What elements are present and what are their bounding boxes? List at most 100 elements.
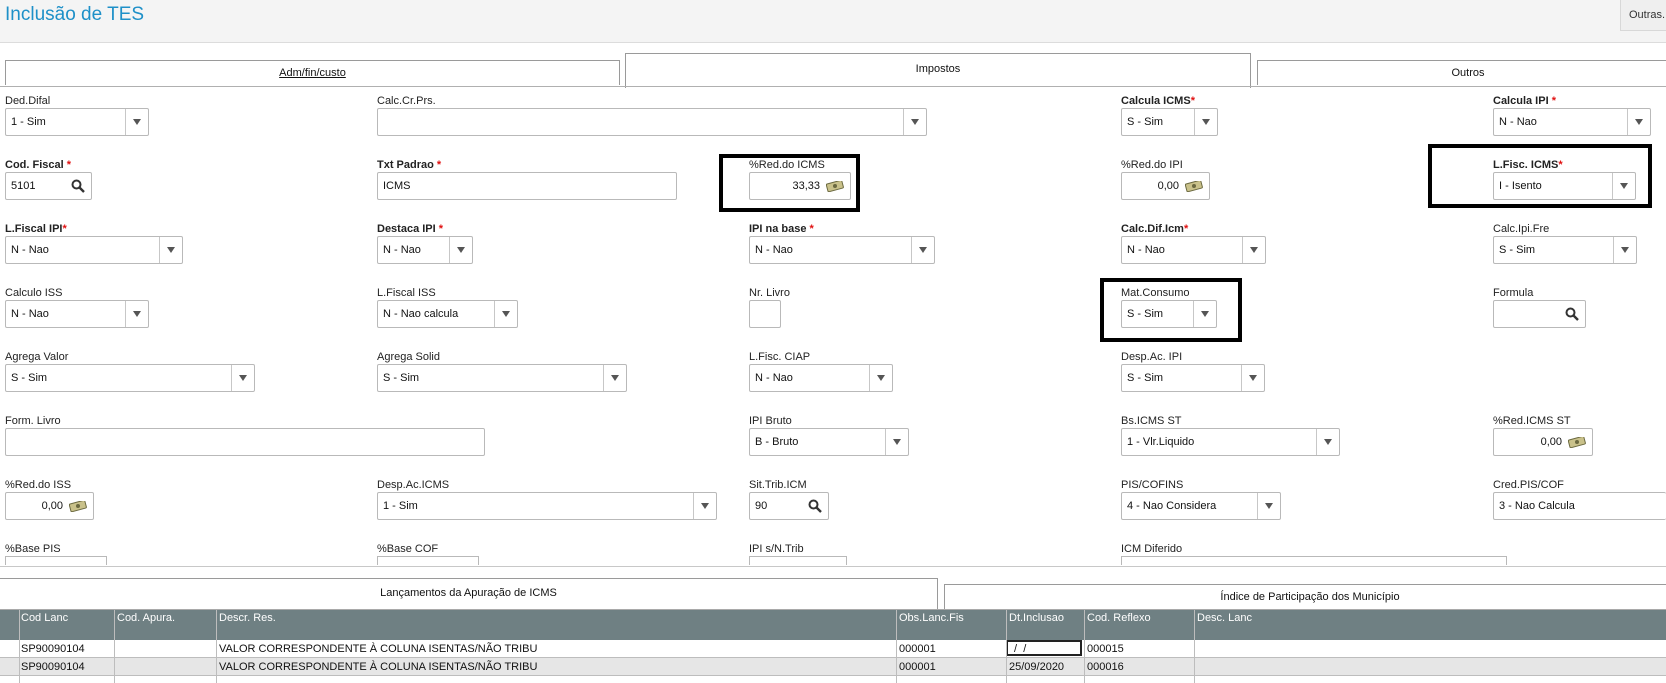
cell-dt-inclusao: 25/09/2020 [1009,661,1065,673]
ipi-sn-trib-label: IPI s/N.Trib [749,543,804,555]
calcula-ipi-select[interactable]: N - Nao [1493,108,1651,136]
chevron-down-icon[interactable] [1612,173,1635,199]
red-icms-st-input[interactable]: 0,00 [1493,428,1593,456]
desp-ac-icms-select[interactable]: 1 - Sim [377,492,717,520]
cred-pis-cof-select[interactable]: 3 - Nao Calcula [1493,492,1666,520]
col-cod-reflexo[interactable]: Cod. Reflexo [1087,612,1151,624]
chevron-down-icon[interactable] [449,237,472,263]
calc-ipi-fre-select[interactable]: S - Sim [1493,236,1637,264]
base-cof-input[interactable] [377,556,479,565]
ipi-na-base-label: IPI na base * [749,223,814,235]
tab-adm-fin-custo[interactable]: Adm/fin/custo [5,60,620,85]
ipi-bruto-value: B - Bruto [755,436,799,448]
mat-consumo-select[interactable]: S - Sim [1121,300,1217,328]
desp-ac-ipi-label: Desp.Ac. IPI [1121,351,1183,363]
ipi-bruto-select[interactable]: B - Bruto [749,428,909,456]
search-icon[interactable] [71,179,85,193]
agrega-valor-label: Agrega Valor [5,351,69,363]
tab-outros[interactable]: Outros [1257,60,1666,85]
txt-padrao-input[interactable]: ICMS [377,172,677,200]
pis-cofins-select[interactable]: 4 - Nao Considera [1121,492,1281,520]
destaca-ipi-select[interactable]: N - Nao [377,236,473,264]
chevron-down-icon[interactable] [869,365,892,391]
lfisc-ciap-select[interactable]: N - Nao [749,364,893,392]
base-pis-label: %Base PIS [5,543,61,555]
lfisc-icms-label: L.Fisc. ICMS* [1493,159,1563,171]
tab-indice-label: Índice de Participação dos Município [1220,591,1400,603]
desp-ac-ipi-select[interactable]: S - Sim [1121,364,1265,392]
chevron-down-icon[interactable] [1627,109,1650,135]
chevron-down-icon[interactable] [1242,237,1265,263]
ipi-sn-trib-select[interactable] [749,556,847,565]
money-icon[interactable] [69,501,87,512]
agrega-valor-select[interactable]: S - Sim [5,364,255,392]
col-cod-lanc[interactable]: Cod Lanc [21,612,68,624]
chevron-down-icon[interactable] [1613,237,1636,263]
chevron-down-icon[interactable] [903,109,926,135]
calculo-iss-select[interactable]: N - Nao [5,300,149,328]
chevron-down-icon[interactable] [159,237,182,263]
table-row[interactable]: SP90090104 VALOR CORRESPONDENTE À COLUNA… [0,658,1666,676]
bs-icms-st-select[interactable]: 1 - Vlr.Liquido [1121,428,1340,456]
chevron-down-icon[interactable] [693,493,716,519]
icm-diferido-select[interactable] [1121,556,1507,565]
money-icon[interactable] [1568,437,1586,448]
chevron-down-icon[interactable] [1257,493,1280,519]
calc-cr-prs-select[interactable] [377,108,927,136]
selected-cell[interactable] [1006,640,1082,656]
tab-impostos[interactable]: Impostos [625,53,1251,88]
chevron-down-icon[interactable] [1241,365,1264,391]
ipi-na-base-select[interactable]: N - Nao [749,236,935,264]
chevron-down-icon[interactable] [125,109,148,135]
agrega-solid-select[interactable]: S - Sim [377,364,627,392]
cod-fiscal-input[interactable]: 5101 [5,172,92,200]
formula-input[interactable] [1493,300,1586,328]
search-icon[interactable] [808,499,822,513]
calc-dif-icm-label-text: Calc.Dif.Icm [1121,223,1184,235]
col-desc-lanc[interactable]: Desc. Lanc [1197,612,1252,624]
col-cod-apura[interactable]: Cod. Apura. [117,612,175,624]
required-mark: * [62,223,67,235]
calcula-icms-select[interactable]: S - Sim [1121,108,1218,136]
column-divider [216,610,217,683]
calc-dif-icm-select[interactable]: N - Nao [1121,236,1266,264]
cod-fiscal-value: 5101 [11,180,36,192]
calc-cr-prs-label: Calc.Cr.Prs. [377,95,436,107]
table-row[interactable]: SP90090104 VALOR CORRESPONDENTE À COLUNA… [0,640,1666,658]
chevron-down-icon[interactable] [885,429,908,455]
lfiscal-iss-select[interactable]: N - Nao calcula [377,300,518,328]
col-descr-res[interactable]: Descr. Res. [219,612,276,624]
col-dt-inclusao[interactable]: Dt.Inclusao [1009,612,1064,624]
chevron-down-icon[interactable] [1316,429,1339,455]
red-iss-input[interactable]: 0,00 [5,492,94,520]
sit-trib-icm-input[interactable]: 90 [749,492,829,520]
ded-difal-select[interactable]: 1 - Sim [5,108,149,136]
lfisc-ciap-value: N - Nao [755,372,793,384]
base-pis-input[interactable] [5,556,107,565]
tab-lancamentos[interactable]: Lançamentos da Apuração de ICMS [0,578,938,610]
money-icon[interactable] [826,181,844,192]
search-icon[interactable] [1565,307,1579,321]
chevron-down-icon[interactable] [911,237,934,263]
col-obs-lanc-fis[interactable]: Obs.Lanc.Fis [899,612,964,624]
chevron-down-icon[interactable] [603,365,626,391]
chevron-down-icon[interactable] [1193,301,1216,327]
money-icon[interactable] [1185,181,1203,192]
required-mark: * [436,159,442,171]
nr-livro-input[interactable] [749,300,781,328]
chevron-down-icon[interactable] [494,301,517,327]
tab-indice[interactable]: Índice de Participação dos Município [944,584,1666,610]
form-livro-input[interactable] [5,428,485,456]
red-ipi-input[interactable]: 0,00 [1121,172,1210,200]
cod-fiscal-label-text: Cod. Fiscal [5,159,64,171]
chevron-down-icon[interactable] [125,301,148,327]
chevron-down-icon[interactable] [231,365,254,391]
calc-dif-icm-value: N - Nao [1127,244,1165,256]
chevron-down-icon[interactable] [1194,109,1217,135]
lfisc-icms-select[interactable]: I - Isento [1493,172,1636,200]
sit-trib-icm-label: Sit.Trib.ICM [749,479,807,491]
mat-consumo-label: Mat.Consumo [1121,287,1190,299]
lfiscal-ipi-select[interactable]: N - Nao [5,236,183,264]
red-icms-input[interactable]: 33,33 [749,172,851,200]
outras-button[interactable]: Outras... [1620,0,1666,31]
